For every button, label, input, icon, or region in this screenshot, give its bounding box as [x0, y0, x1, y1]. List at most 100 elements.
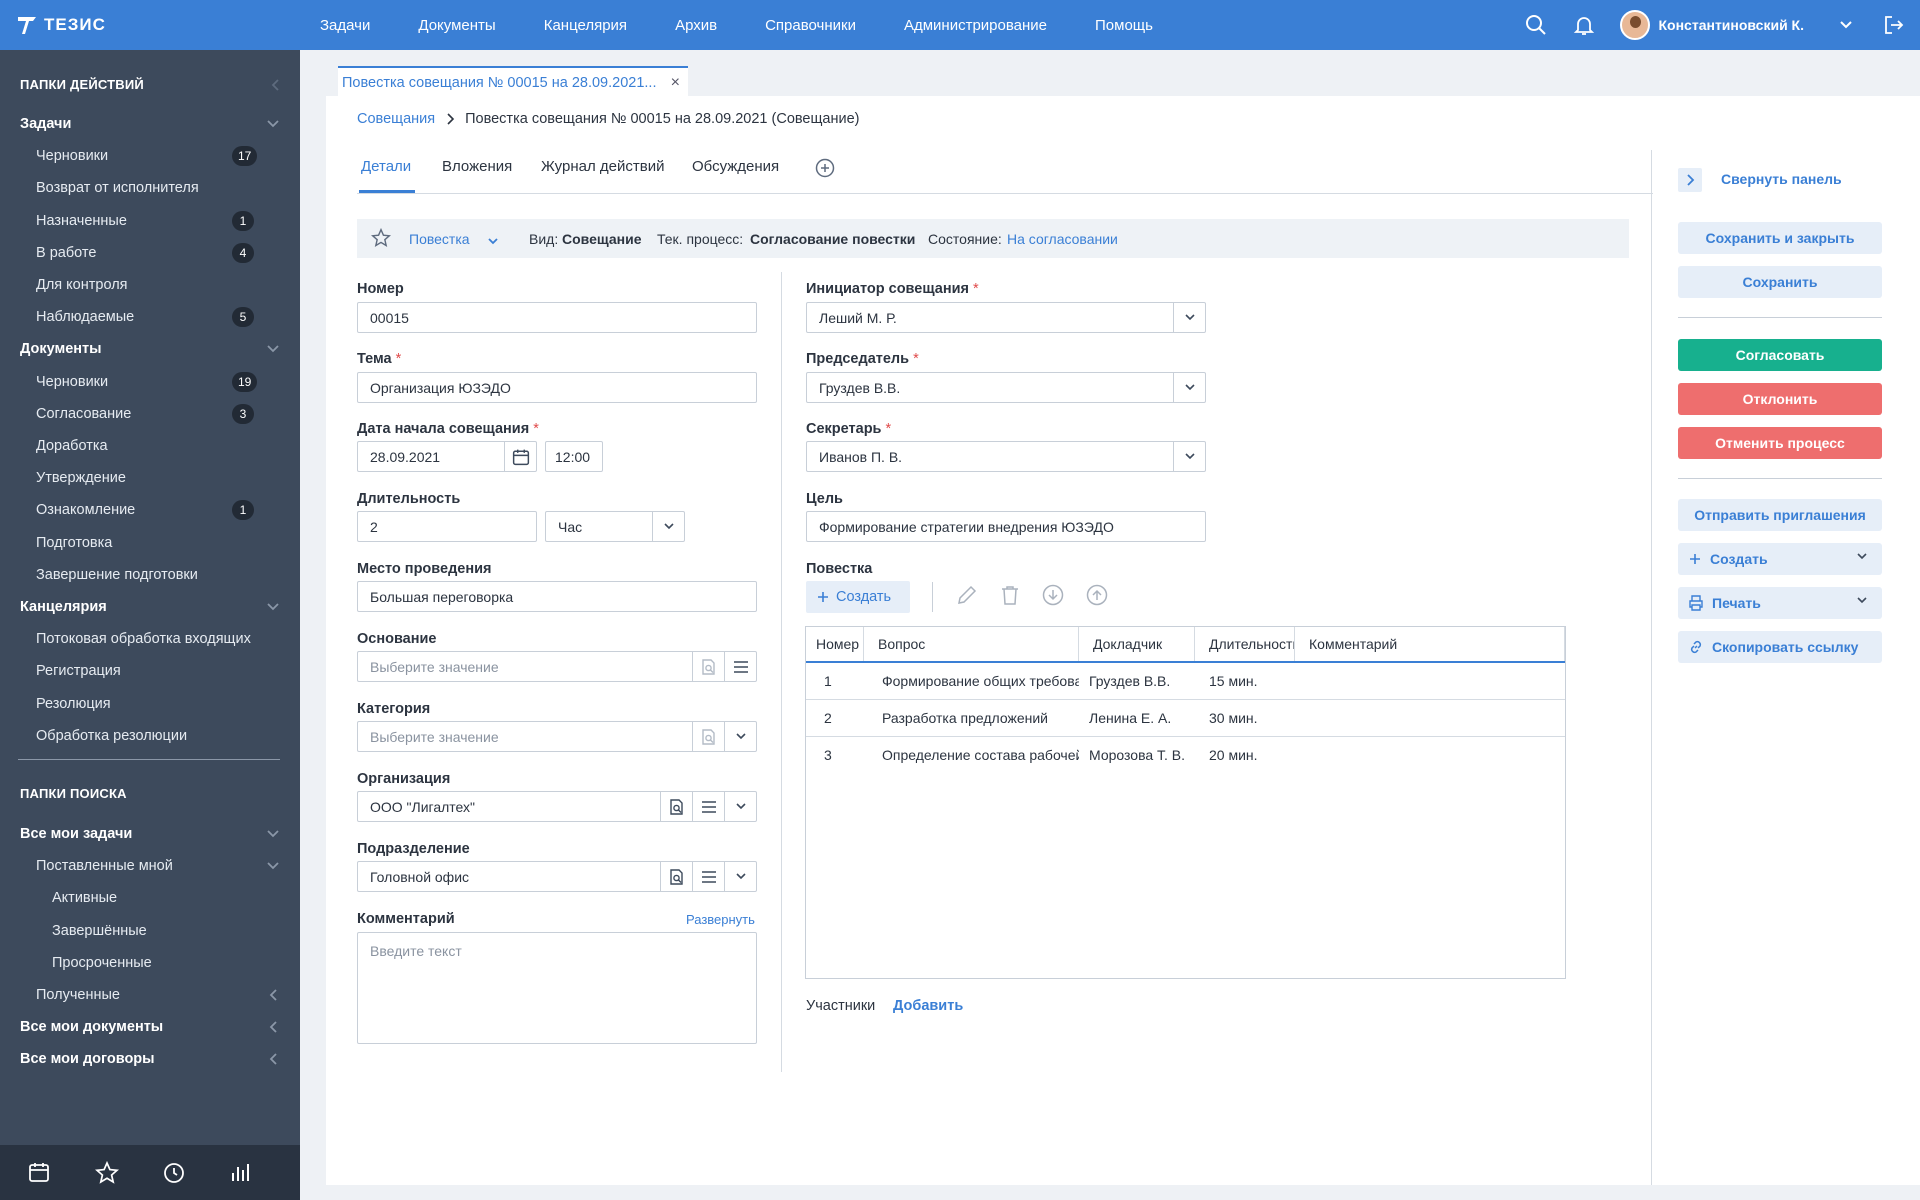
tab-discussions[interactable]: Обсуждения: [692, 158, 779, 175]
copy-link-button[interactable]: Скопировать ссылку: [1678, 631, 1882, 663]
user-name[interactable]: Константиновский К.: [1659, 17, 1805, 33]
comment-expand-link[interactable]: Развернуть: [686, 912, 755, 927]
sidebar-item[interactable]: Все мои документы: [0, 1014, 300, 1040]
chevron-left-icon[interactable]: [266, 1020, 280, 1034]
lookup-icon[interactable]: [660, 792, 692, 821]
duration-unit-select[interactable]: Час: [545, 511, 685, 542]
app-logo[interactable]: ТЕЗИС: [16, 12, 106, 38]
chevron-down-icon[interactable]: [1173, 442, 1205, 471]
tab-details[interactable]: Детали: [361, 158, 411, 175]
create-dropdown-button[interactable]: Создать: [1678, 543, 1882, 575]
list-icon[interactable]: [724, 652, 756, 681]
start-time-field[interactable]: 12:00: [545, 441, 603, 472]
table-row[interactable]: 3 Определение состава рабочей группы Мор…: [806, 737, 1565, 774]
move-up-icon[interactable]: [1085, 583, 1109, 611]
document-tab-title[interactable]: Повестка совещания № 00015 на 28.09.2021…: [342, 75, 657, 91]
sidebar-item[interactable]: Полученные: [0, 982, 300, 1008]
sidebar-item[interactable]: Завершённые: [0, 918, 300, 944]
lookup-icon[interactable]: [692, 652, 724, 681]
search-icon[interactable]: [1524, 13, 1548, 37]
sidebar-item[interactable]: Для контроля: [0, 272, 300, 298]
category-picker[interactable]: Выберите значение: [357, 721, 757, 752]
sidebar-item[interactable]: Канцелярия: [0, 594, 300, 620]
place-field[interactable]: Большая переговорка: [357, 581, 757, 612]
goal-field[interactable]: Формирование стратегии внедрения ЮЗЭДО: [806, 511, 1206, 542]
duration-field[interactable]: 2: [357, 511, 537, 542]
doc-type-dropdown[interactable]: Повестка: [409, 231, 470, 247]
nav-item-tasks[interactable]: Задачи: [320, 17, 370, 34]
save-button[interactable]: Сохранить: [1678, 266, 1882, 298]
star-icon[interactable]: [94, 1160, 120, 1185]
tab-attachments[interactable]: Вложения: [442, 158, 512, 175]
nav-item-documents[interactable]: Документы: [418, 17, 495, 34]
nav-item-admin[interactable]: Администрирование: [904, 17, 1047, 34]
avatar[interactable]: [1619, 10, 1650, 40]
bell-icon[interactable]: [1572, 13, 1596, 37]
cancel-process-button[interactable]: Отменить процесс: [1678, 427, 1882, 459]
save-and-close-button[interactable]: Сохранить и закрыть: [1678, 222, 1882, 254]
topic-field[interactable]: Организация ЮЗЭДО: [357, 372, 757, 403]
add-tab-icon[interactable]: [815, 158, 835, 182]
secretary-select[interactable]: Иванов П. В.: [806, 441, 1206, 472]
close-icon[interactable]: ×: [671, 74, 680, 92]
nav-item-help[interactable]: Помощь: [1095, 17, 1153, 34]
sidebar-item[interactable]: Возврат от исполнителя: [0, 175, 300, 201]
collapse-panel-link[interactable]: Свернуть панель: [1721, 171, 1842, 187]
sidebar-item[interactable]: Документы: [0, 336, 300, 362]
sidebar-item[interactable]: Черновики 17: [0, 143, 300, 169]
chevron-down-icon[interactable]: [652, 512, 684, 541]
sidebar-item[interactable]: Утверждение: [0, 465, 300, 491]
breadcrumb-parent-link[interactable]: Совещания: [357, 111, 435, 127]
sidebar-item[interactable]: Ознакомление 1: [0, 497, 300, 523]
chairman-select[interactable]: Груздев В.В.: [806, 372, 1206, 403]
list-icon[interactable]: [692, 862, 724, 891]
column-header-question[interactable]: Вопрос: [864, 627, 1079, 661]
sidebar-item[interactable]: Задачи: [0, 111, 300, 137]
table-row[interactable]: 2 Разработка предложений Ленина Е. А. 30…: [806, 700, 1565, 737]
sidebar-item[interactable]: Поставленные мной: [0, 853, 300, 879]
chevron-down-icon[interactable]: [1173, 373, 1205, 402]
chevron-down-icon[interactable]: [724, 862, 756, 891]
chevron-down-icon[interactable]: [1834, 13, 1858, 37]
basis-picker[interactable]: Выберите значение: [357, 651, 757, 682]
reject-button[interactable]: Отклонить: [1678, 383, 1882, 415]
sidebar-item[interactable]: Обработка резолюции: [0, 723, 300, 749]
sidebar-item[interactable]: Все мои договоры: [0, 1046, 300, 1072]
sidebar-item[interactable]: В работе 4: [0, 240, 300, 266]
delete-icon[interactable]: [999, 584, 1021, 610]
collapse-sidebar-icon[interactable]: [268, 78, 282, 92]
chevron-left-icon[interactable]: [266, 1052, 280, 1066]
column-header-duration[interactable]: Длительность: [1195, 627, 1295, 661]
sidebar-item[interactable]: Наблюдаемые 5: [0, 304, 300, 330]
chevron-left-icon[interactable]: [266, 988, 280, 1002]
chevron-down-icon[interactable]: [724, 722, 756, 751]
edit-icon[interactable]: [955, 583, 979, 611]
department-picker[interactable]: Головной офис: [357, 861, 757, 892]
participants-add-link[interactable]: Добавить: [893, 998, 963, 1014]
send-invitations-button[interactable]: Отправить приглашения: [1678, 499, 1882, 531]
state-value[interactable]: На согласовании: [1007, 231, 1118, 247]
chevron-down-icon[interactable]: [266, 827, 280, 841]
chevron-down-icon[interactable]: [1173, 303, 1205, 332]
sidebar-item[interactable]: Завершение подготовки: [0, 562, 300, 588]
chevron-down-icon[interactable]: [487, 234, 499, 250]
chevron-down-icon[interactable]: [266, 342, 280, 356]
sidebar-item[interactable]: Согласование 3: [0, 401, 300, 427]
history-icon[interactable]: [162, 1161, 186, 1185]
logout-icon[interactable]: [1882, 13, 1906, 37]
nav-item-office[interactable]: Канцелярия: [544, 17, 627, 34]
move-down-icon[interactable]: [1041, 583, 1065, 611]
sidebar-item[interactable]: Назначенные 1: [0, 208, 300, 234]
sidebar-item[interactable]: Регистрация: [0, 658, 300, 684]
sidebar-item[interactable]: Черновики 19: [0, 369, 300, 395]
approve-button[interactable]: Согласовать: [1678, 339, 1882, 371]
chevron-down-icon[interactable]: [724, 792, 756, 821]
organization-picker[interactable]: ООО "Лигалтех": [357, 791, 757, 822]
start-date-field[interactable]: 28.09.2021: [357, 441, 537, 472]
sidebar-item[interactable]: Активные: [0, 885, 300, 911]
table-row[interactable]: 1 Формирование общих требований Груздев …: [806, 663, 1565, 700]
chevron-down-icon[interactable]: [266, 117, 280, 131]
tab-action-log[interactable]: Журнал действий: [541, 158, 664, 175]
calendar-icon[interactable]: [28, 1161, 52, 1185]
number-field[interactable]: 00015: [357, 302, 757, 333]
